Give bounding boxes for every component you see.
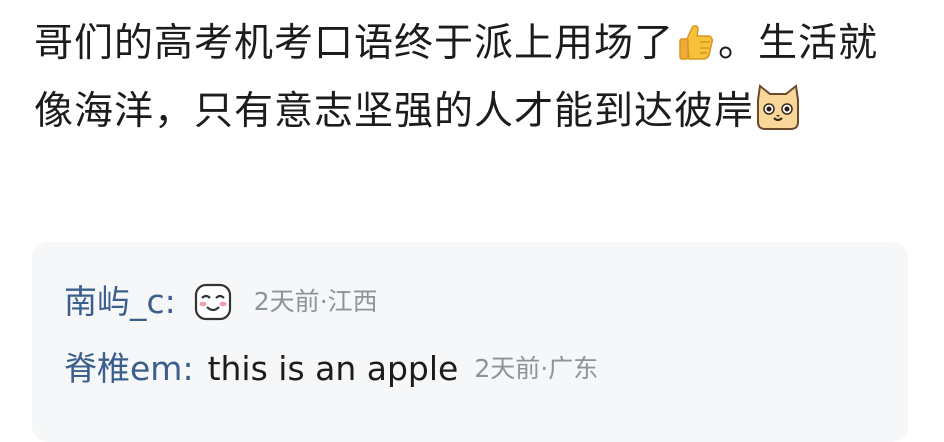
- reply-username[interactable]: 脊椎em: [64, 349, 182, 389]
- reply-meta: 2天前·广东: [474, 349, 598, 389]
- reply-item[interactable]: 南屿_c: 2天前·江西: [64, 282, 378, 322]
- post-content: 哥们的高考机考口语终于派上用场了 。生活就像海洋，只有意志坚强的人才能到达彼岸: [34, 10, 914, 146]
- cat-face-icon: [754, 82, 802, 132]
- reply-text: this is an apple: [207, 349, 459, 388]
- reply-username[interactable]: 南屿_c: [64, 282, 165, 322]
- smiling-face-icon: [194, 283, 232, 321]
- reply-meta: 2天前·江西: [254, 282, 378, 322]
- reply-section: 南屿_c: 2天前·江西 脊椎em: this is an apple 2天前·广东: [32, 242, 908, 442]
- reply-colon: :: [164, 282, 176, 321]
- reply-item[interactable]: 脊椎em: this is an apple 2天前·广东: [64, 349, 598, 389]
- reply-location: 江西: [327, 287, 378, 316]
- meta-separator: ·: [319, 287, 328, 316]
- reply-time: 2天前: [253, 287, 320, 316]
- thumbs-up-icon: [674, 20, 718, 64]
- reply-time: 2天前: [474, 354, 541, 383]
- post-text-part-1: 哥们的高考机考口语终于派上用场了: [34, 21, 675, 66]
- reply-location: 广东: [548, 354, 599, 383]
- reply-colon: :: [182, 349, 194, 388]
